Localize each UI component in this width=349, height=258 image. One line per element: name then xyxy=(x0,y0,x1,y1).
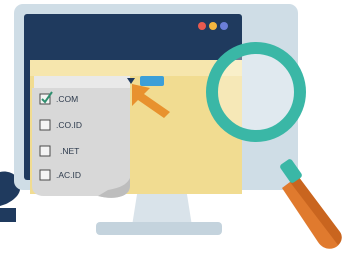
search-field[interactable] xyxy=(34,76,130,88)
search-button[interactable] xyxy=(140,76,164,86)
checkbox-net[interactable] xyxy=(39,145,51,157)
option-label-net: .NET xyxy=(60,146,80,156)
option-label-com: .COM xyxy=(56,94,79,104)
browser-bar xyxy=(34,20,226,34)
window-dot-yellow xyxy=(209,22,217,30)
checkbox-coid[interactable] xyxy=(39,119,51,131)
monitor-stand-base xyxy=(96,222,222,235)
checkbox-acid[interactable] xyxy=(39,169,51,181)
domain-search-scene: .COM .CO.ID .NET .AC.ID xyxy=(0,0,349,258)
window-dot-red xyxy=(198,22,206,30)
partial-glyph-base xyxy=(0,208,16,222)
illustration xyxy=(0,4,342,249)
option-label-coid: .CO.ID xyxy=(56,120,82,130)
window-dot-blue xyxy=(220,22,228,30)
option-label-acid: .AC.ID xyxy=(56,170,82,180)
